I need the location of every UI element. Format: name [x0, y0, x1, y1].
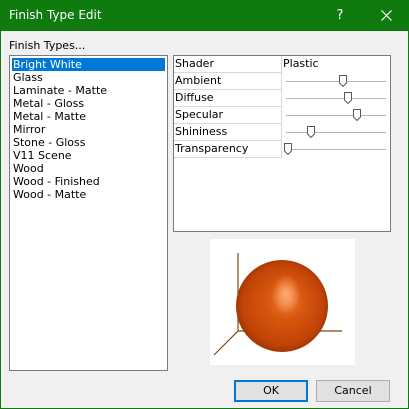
- property-row: Shininess: [174, 124, 390, 141]
- slider-track: [286, 132, 386, 133]
- list-item[interactable]: Wood: [12, 162, 165, 175]
- close-button[interactable]: [363, 0, 409, 31]
- title-bar: Finish Type Edit ?: [0, 0, 409, 31]
- property-slider[interactable]: [286, 107, 386, 124]
- list-item[interactable]: Mirror: [12, 123, 165, 136]
- finish-types-label: Finish Types...: [9, 39, 86, 52]
- ok-button[interactable]: OK: [234, 380, 308, 402]
- finish-types-list[interactable]: Bright White Glass Laminate - Matte Metal -…: [9, 55, 168, 371]
- list-item[interactable]: Glass: [12, 71, 165, 84]
- list-item[interactable]: Metal - Matte: [12, 110, 165, 123]
- list-item[interactable]: Laminate - Matte: [12, 84, 165, 97]
- close-icon: [380, 10, 392, 21]
- slider-track: [286, 115, 386, 116]
- shader-value[interactable]: Plastic: [282, 56, 390, 73]
- window-title: Finish Type Edit: [9, 8, 102, 22]
- property-slider[interactable]: [286, 124, 386, 141]
- slider-track: [286, 81, 386, 82]
- preview-sphere-highlight: [272, 274, 300, 314]
- slider-thumb[interactable]: [353, 109, 361, 121]
- material-preview: [210, 239, 355, 365]
- property-slider[interactable]: [286, 90, 386, 107]
- property-row: Ambient: [174, 73, 390, 90]
- property-row: Specular: [174, 107, 390, 124]
- slider-thumb[interactable]: [307, 126, 315, 138]
- property-label: Ambient: [174, 73, 282, 90]
- properties-grid: Shader Plastic Ambient Diffuse Specular Shi…: [173, 55, 391, 232]
- property-label: Specular: [174, 107, 282, 124]
- list-item[interactable]: Bright White: [12, 58, 165, 71]
- slider-track: [286, 149, 386, 150]
- property-label: Shininess: [174, 124, 282, 141]
- property-label: Transparency: [174, 141, 282, 158]
- property-slider[interactable]: [284, 141, 386, 158]
- shader-row[interactable]: Shader Plastic: [174, 56, 390, 73]
- property-slider[interactable]: [286, 73, 386, 90]
- property-label: Diffuse: [174, 90, 282, 107]
- list-item[interactable]: Wood - Finished: [12, 175, 165, 188]
- help-button[interactable]: ?: [317, 0, 363, 31]
- list-item[interactable]: V11 Scene: [12, 149, 165, 162]
- property-row: Transparency: [174, 141, 390, 158]
- shader-label: Shader: [174, 56, 282, 73]
- list-item[interactable]: Stone - Gloss: [12, 136, 165, 149]
- slider-thumb[interactable]: [344, 92, 352, 104]
- slider-thumb[interactable]: [284, 143, 292, 155]
- list-item[interactable]: Wood - Matte: [12, 188, 165, 201]
- slider-thumb[interactable]: [339, 75, 347, 87]
- slider-track: [286, 98, 386, 99]
- list-item[interactable]: Metal - Gloss: [12, 97, 165, 110]
- help-icon: ?: [336, 8, 344, 23]
- cancel-button[interactable]: Cancel: [316, 380, 390, 402]
- property-row: Diffuse: [174, 90, 390, 107]
